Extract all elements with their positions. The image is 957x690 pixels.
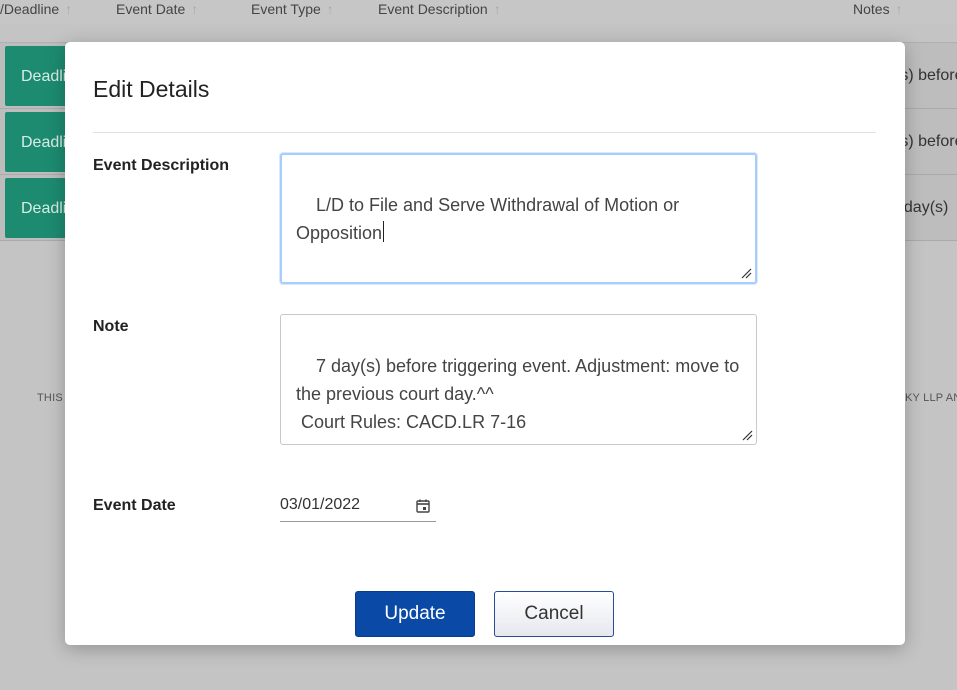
column-header-deadline[interactable]: /Deadline ↑ — [0, 1, 72, 17]
note-textarea[interactable]: 7 day(s) before triggering event. Adjust… — [280, 314, 757, 445]
resize-grip-icon[interactable] — [741, 429, 753, 441]
sort-arrow-icon[interactable]: ↑ — [896, 1, 903, 17]
column-header-event-type[interactable]: Event Type ↑ — [251, 1, 334, 17]
calendar-icon[interactable] — [415, 498, 431, 514]
edit-details-dialog: Edit Details Event Description L/D to Fi… — [65, 42, 905, 645]
footer-text-left: THIS — [37, 392, 63, 404]
update-button[interactable]: Update — [355, 591, 475, 637]
column-header-label: Event Date — [116, 1, 186, 17]
event-date-input[interactable]: 03/01/2022 — [280, 492, 436, 522]
text-cursor — [383, 221, 385, 242]
sort-arrow-icon[interactable]: ↑ — [191, 1, 198, 17]
resize-grip-icon[interactable] — [740, 267, 752, 279]
column-header-notes[interactable]: Notes ↑ — [853, 1, 903, 17]
cancel-button[interactable]: Cancel — [494, 591, 614, 637]
sort-arrow-icon[interactable]: ↑ — [65, 1, 72, 17]
column-header-event-date[interactable]: Event Date ↑ — [116, 1, 198, 17]
column-header-label: /Deadline — [0, 1, 60, 17]
note-value: 7 day(s) before triggering event. Adjust… — [296, 356, 740, 432]
event-date-label: Event Date — [93, 497, 176, 514]
event-description-value: L/D to File and Serve Withdrawal of Moti… — [296, 195, 685, 243]
footer-text-right: KY LLP AN — [905, 392, 957, 404]
event-description-textarea[interactable]: L/D to File and Serve Withdrawal of Moti… — [280, 153, 757, 284]
table-header: /Deadline ↑ Event Date ↑ Event Type ↑ Event… — [0, 0, 957, 24]
column-header-event-description[interactable]: Event Description ↑ — [378, 1, 501, 17]
dialog-title: Edit Details — [93, 76, 210, 102]
event-date-value: 03/01/2022 — [280, 496, 361, 513]
sort-arrow-icon[interactable]: ↑ — [327, 1, 334, 17]
note-label: Note — [93, 318, 129, 335]
column-header-label: Event Description — [378, 1, 488, 17]
title-divider — [93, 132, 876, 133]
sort-arrow-icon[interactable]: ↑ — [494, 1, 501, 17]
event-description-label: Event Description — [93, 157, 230, 174]
column-header-label: Event Type — [251, 1, 321, 17]
column-header-label: Notes — [853, 1, 890, 17]
